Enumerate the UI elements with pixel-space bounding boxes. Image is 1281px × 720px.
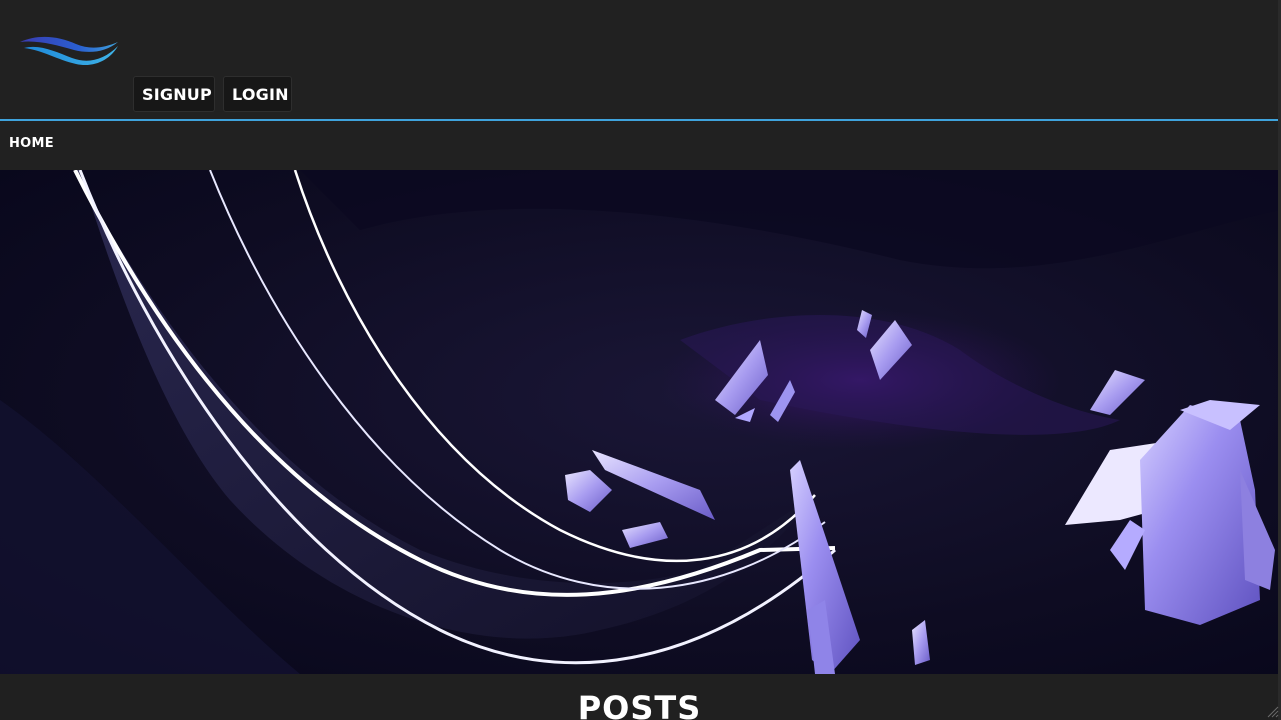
page: SIGNUP LOGIN HOME POSTS [0,0,1281,720]
hero-banner-image [0,170,1281,674]
resize-grip-icon[interactable] [1267,706,1279,718]
nav-bar: HOME [0,121,1281,170]
posts-section: POSTS [0,674,1281,720]
login-button[interactable]: LOGIN [223,76,292,112]
site-header: SIGNUP LOGIN [0,0,1281,119]
wave-logo-icon[interactable] [18,32,120,68]
signup-button[interactable]: SIGNUP [133,76,215,112]
posts-heading: POSTS [577,689,702,720]
nav-item-home[interactable]: HOME [9,136,54,151]
